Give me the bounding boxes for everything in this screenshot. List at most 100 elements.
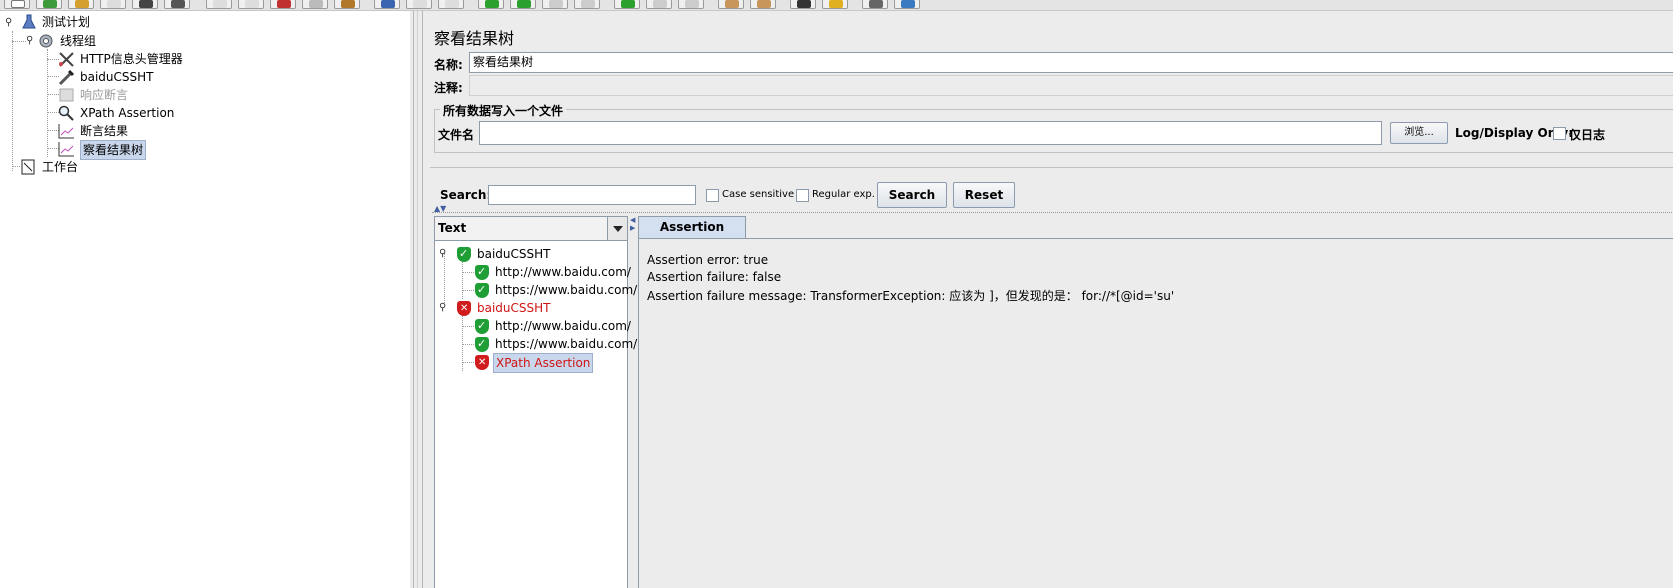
result-label: baiduCSSHT [477, 301, 551, 315]
test-plan-tree: ⚲ 测试计划 ⚲ 线程组 HTTP信息头管理器 baiduCSSHT 响应断言 [0, 11, 410, 588]
comment-field[interactable] [469, 75, 1673, 96]
assertion-error-line: Assertion error: true [647, 253, 769, 267]
clear-icon[interactable] [718, 0, 744, 9]
tree-connector [462, 290, 474, 291]
close-icon[interactable] [100, 0, 126, 9]
comment-label: 注释: [434, 81, 463, 95]
tree-connector [462, 272, 474, 273]
tree-node-label: 测试计划 [42, 15, 91, 29]
help-icon[interactable] [894, 0, 920, 9]
collapse-toggle-icon[interactable]: ⚲ [439, 249, 446, 259]
start-no-pause-icon[interactable] [510, 0, 536, 9]
main-splitter[interactable] [410, 11, 422, 588]
tree-connector [462, 326, 474, 327]
search-binoculars-icon[interactable] [790, 0, 816, 9]
paste-icon[interactable] [334, 0, 360, 9]
revert-icon[interactable] [206, 0, 232, 9]
success-shield-icon [475, 281, 489, 299]
save-icon[interactable] [132, 0, 158, 9]
gear-icon [38, 33, 55, 49]
expand-icon[interactable] [374, 0, 400, 9]
collapse-toggle-icon[interactable]: ⚲ [439, 303, 446, 313]
search-label: Search: [440, 188, 492, 202]
workbench-icon [20, 159, 37, 175]
result-label: http://www.baidu.com/ [495, 265, 631, 279]
toolbar [0, 0, 1673, 11]
cut-icon[interactable] [270, 0, 296, 9]
cut-disabled-icon[interactable] [238, 0, 264, 9]
success-shield-icon [475, 335, 489, 353]
tree-connector [462, 257, 463, 299]
stop-icon[interactable] [542, 0, 568, 9]
separator [430, 167, 1673, 168]
separator [432, 212, 1673, 213]
success-shield-icon [475, 317, 489, 335]
renderer-selected-value: Text [438, 221, 467, 235]
tree-connector [462, 344, 474, 345]
assertion-message-line: Assertion failure message: TransformerEx… [647, 289, 1175, 303]
start-icon[interactable] [478, 0, 504, 9]
filename-label: 文件名 [438, 128, 475, 142]
tree-connector [462, 362, 474, 363]
results-tree: Text ⚲ baiduCSSHT http://www.baidu.com/ … [434, 216, 637, 588]
tree-node-label: 断言结果 [80, 124, 129, 138]
open-icon[interactable] [68, 0, 94, 9]
renderer-select[interactable]: Text [435, 217, 627, 241]
new-icon[interactable] [4, 0, 30, 9]
errors-only-checkbox[interactable] [1553, 127, 1566, 140]
search-input[interactable] [488, 185, 696, 205]
toggle-icon[interactable] [438, 0, 464, 9]
errors-only-label: 仅日志 [1569, 128, 1606, 142]
name-field[interactable]: 察看结果树 [469, 52, 1673, 73]
graph-icon [58, 141, 75, 157]
tree-node-label: HTTP信息头管理器 [80, 52, 183, 66]
remote-start-icon[interactable] [614, 0, 640, 9]
remote-shutdown-icon[interactable] [678, 0, 704, 9]
shutdown-icon[interactable] [574, 0, 600, 9]
collapse-toggle-icon[interactable]: ⚲ [26, 36, 33, 46]
tree-node-label: XPath Assertion [80, 106, 175, 120]
tree-node-label: 工作台 [42, 160, 79, 174]
regexp-checkbox[interactable] [796, 189, 809, 202]
case-sensitive-checkbox[interactable] [706, 189, 719, 202]
reset-search-icon[interactable] [822, 0, 848, 9]
case-sensitive-label: Case sensitive [722, 189, 795, 200]
remote-stop-icon[interactable] [646, 0, 672, 9]
results-splitter[interactable]: ◀ ▶ [628, 216, 638, 588]
failure-shield-icon [475, 354, 489, 372]
tree-connector [12, 31, 13, 171]
tab-assertion-result[interactable]: Assertion result [638, 216, 746, 255]
copy-icon[interactable] [302, 0, 328, 9]
reset-button[interactable]: Reset [953, 182, 1015, 208]
save-screenshot-icon[interactable] [164, 0, 190, 9]
file-group-title: 所有数据写入一个文件 [440, 102, 567, 119]
result-label: XPath Assertion [493, 353, 594, 373]
success-shield-icon [457, 245, 471, 263]
page-title: 察看结果树 [434, 29, 515, 48]
tree-connector [12, 41, 26, 42]
clear-all-icon[interactable] [750, 0, 776, 9]
tree-node-label: 察看结果树 [80, 140, 147, 160]
templates-icon[interactable] [36, 0, 62, 9]
filename-input[interactable] [479, 121, 1382, 145]
chevron-down-icon[interactable] [607, 217, 627, 240]
collapse-toggle-icon[interactable]: ⚲ [5, 18, 12, 28]
failure-shield-icon [457, 300, 471, 318]
result-label: https://www.baidu.com/ [495, 337, 638, 351]
result-tabs: Assertion result Assertion error: true A… [638, 216, 1673, 588]
view-results-tree-panel: 察看结果树 名称: 察看结果树 注释: 所有数据写入一个文件 文件名 浏览...… [422, 11, 1673, 588]
browse-button[interactable]: 浏览... [1390, 122, 1448, 144]
graph-icon [58, 123, 75, 139]
collapse-icon[interactable] [406, 0, 432, 9]
flask-icon [20, 14, 37, 30]
assertion-icon [58, 87, 75, 103]
result-label: https://www.baidu.com/ [495, 283, 638, 297]
tree-node-label: 线程组 [60, 34, 97, 48]
function-helper-icon[interactable] [862, 0, 888, 9]
search-button[interactable]: Search [877, 182, 947, 208]
tree-node-label: 响应断言 [80, 88, 129, 102]
regexp-label: Regular exp. [812, 189, 875, 200]
assertion-failure-line: Assertion failure: false [647, 270, 782, 284]
split-arrows-icon[interactable]: ◀ ▶ [630, 216, 635, 232]
tree-connector [47, 49, 48, 157]
